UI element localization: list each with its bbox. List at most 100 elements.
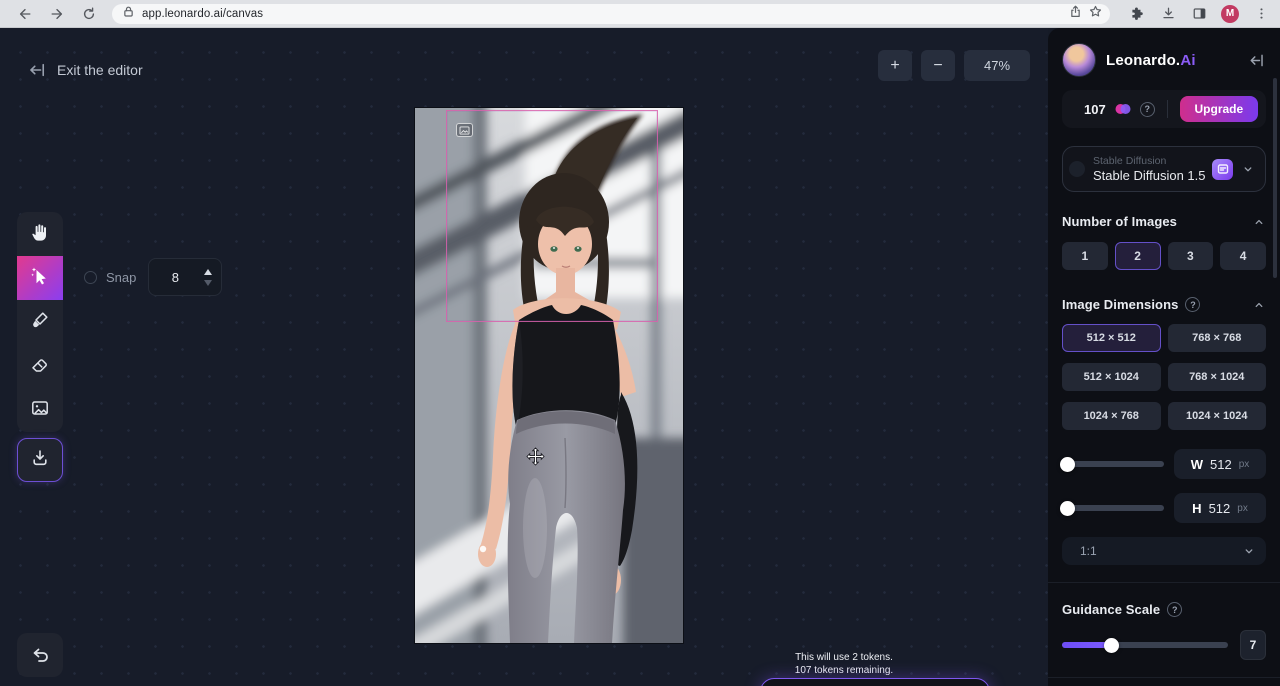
guidance-scale-row: 7 [1062,630,1266,660]
url-text: app.leonardo.ai/canvas [142,8,263,20]
address-bar[interactable]: app.leonardo.ai/canvas [112,4,1110,24]
canvas-workspace[interactable]: Exit the editor + − 47% [0,28,1048,686]
count-option-3[interactable]: 3 [1168,242,1214,270]
snap-decrement-icon[interactable] [204,280,212,286]
select-tool-button[interactable] [17,256,63,300]
share-icon[interactable] [1069,5,1082,23]
aspect-ratio-chevron-icon [1242,544,1256,558]
model-category: Stable Diffusion [1093,155,1204,167]
image-dimensions-header: Image Dimensions ? [1062,297,1266,312]
image-dimensions-title: Image Dimensions [1062,297,1178,312]
download-tool-button[interactable] [17,438,63,482]
height-slider-handle[interactable] [1060,501,1075,516]
undo-button[interactable] [17,633,63,677]
aspect-ratio-select[interactable]: 1:1 [1062,537,1266,565]
upgrade-button[interactable]: Upgrade [1180,96,1258,122]
snap-label: Snap [106,270,136,285]
count-option-2[interactable]: 2 [1115,242,1161,270]
lock-icon [122,5,135,23]
browser-forward-icon[interactable] [48,5,66,23]
guidance-scale-slider[interactable] [1062,642,1228,648]
dimension-option-1024x768[interactable]: 1024 × 768 [1062,402,1161,430]
dimension-option-512x512[interactable]: 512 × 512 [1062,324,1161,352]
width-unit: px [1239,459,1250,470]
leonardo-logo-avatar[interactable] [1062,43,1096,77]
width-value-box[interactable]: W 512 px [1174,449,1266,479]
width-label: W [1191,457,1203,472]
section-divider-2 [1048,677,1280,678]
snap-steppers [201,269,221,286]
dimension-option-1024x1024[interactable]: 1024 × 1024 [1168,402,1267,430]
height-slider-row: H 512 px [1062,493,1266,523]
hand-icon [30,222,50,247]
undo-icon [30,645,50,665]
zoom-in-button[interactable]: + [878,50,912,81]
height-slider[interactable] [1062,505,1164,511]
app-root: Exit the editor + − 47% [0,28,1280,686]
erase-tool-button[interactable] [17,344,63,388]
number-of-images-collapse-icon[interactable] [1252,215,1266,229]
collapse-sidebar-icon[interactable] [1246,50,1266,70]
browser-menu-icon[interactable] [1252,5,1270,23]
eraser-icon [30,354,50,379]
bookmark-star-icon[interactable] [1089,5,1102,23]
section-divider [1048,582,1280,583]
count-option-1[interactable]: 1 [1062,242,1108,270]
width-value: 512 [1210,457,1232,472]
image-dimensions-collapse-icon[interactable] [1252,298,1266,312]
extensions-puzzle-icon[interactable] [1128,5,1146,23]
zoom-level-display[interactable]: 47% [964,50,1030,81]
image-tool-button[interactable] [17,388,63,432]
count-option-4[interactable]: 4 [1220,242,1266,270]
browser-actions: M [1128,5,1270,23]
dimension-option-768x1024[interactable]: 768 × 1024 [1168,363,1267,391]
guidance-scale-value[interactable]: 7 [1240,630,1266,660]
height-value-box[interactable]: H 512 px [1174,493,1266,523]
height-label: H [1192,501,1201,516]
sidebar-header: Leonardo.Ai [1062,40,1266,80]
model-selector[interactable]: Stable Diffusion Stable Diffusion 1.5 [1062,146,1266,192]
token-note-line2: 107 tokens remaining. [758,664,930,677]
model-name: Stable Diffusion 1.5 [1093,168,1204,183]
dimension-option-768x768[interactable]: 768 × 768 [1168,324,1267,352]
guidance-scale-handle[interactable] [1104,638,1119,653]
guidance-scale-title: Guidance Scale [1062,602,1160,617]
download-icon [30,448,50,473]
snap-toggle-icon[interactable] [84,271,97,284]
brand-title: Leonardo.Ai [1106,52,1236,69]
prompt-bar[interactable] [760,678,990,686]
leonardo-canvas-app: app.leonardo.ai/canvas M [0,0,1280,686]
sidebar-scrollbar[interactable] [1273,78,1277,278]
snap-increment-icon[interactable] [204,269,212,275]
move-cursor-icon [526,447,545,466]
browser-reload-icon[interactable] [80,5,98,23]
image-dimensions-help-icon[interactable]: ? [1185,297,1200,312]
browser-profile-avatar[interactable]: M [1221,5,1239,23]
dimension-option-512x1024[interactable]: 512 × 1024 [1062,363,1161,391]
selection-image-badge [456,123,473,137]
width-slider-handle[interactable] [1060,457,1075,472]
exit-editor-button[interactable]: Exit the editor [28,62,143,78]
token-count: 107 [1084,102,1106,117]
model-thumbnail [1069,161,1085,177]
guidance-scale-help-icon[interactable]: ? [1167,602,1182,617]
token-bar: 107 ? Upgrade [1062,90,1266,128]
pan-tool-button[interactable] [17,212,63,256]
sketch-tool-button[interactable] [17,300,63,344]
aspect-ratio-value: 1:1 [1080,544,1242,558]
number-of-images-header: Number of Images [1062,214,1266,229]
token-help-icon[interactable]: ? [1140,102,1155,117]
token-coin-icon [1114,102,1132,116]
browser-back-icon[interactable] [16,5,34,23]
zoom-controls: + − 47% [878,50,1030,81]
side-panel-icon[interactable] [1190,5,1208,23]
downloads-icon[interactable] [1159,5,1177,23]
snap-value-input[interactable]: 8 [148,258,222,296]
width-slider[interactable] [1062,461,1164,467]
zoom-out-button[interactable]: − [921,50,955,81]
guidance-scale-header: Guidance Scale ? [1062,602,1266,617]
selection-overlay[interactable] [446,110,658,322]
browser-chrome: app.leonardo.ai/canvas M [0,0,1280,28]
model-texts: Stable Diffusion Stable Diffusion 1.5 [1093,155,1204,183]
height-value: 512 [1209,501,1231,516]
